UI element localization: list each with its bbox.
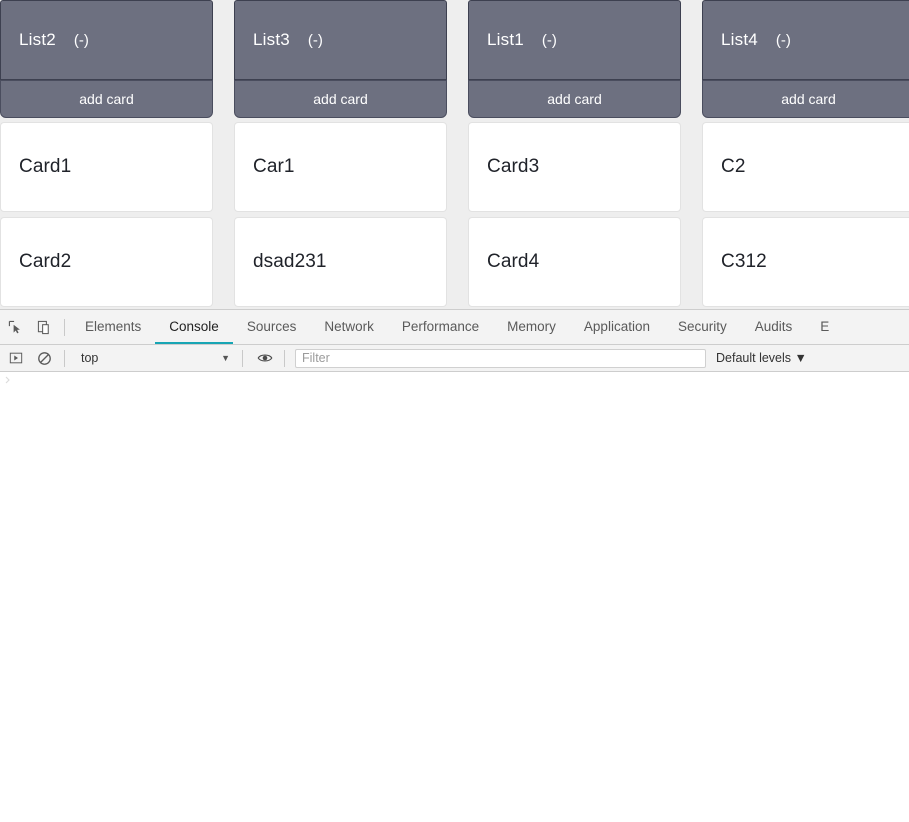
- list-header[interactable]: List1 (-): [468, 0, 681, 80]
- inspect-element-icon[interactable]: [2, 314, 29, 341]
- card-item[interactable]: dsad231: [234, 217, 447, 307]
- card-text: C312: [721, 251, 767, 272]
- tab-audits[interactable]: Audits: [741, 310, 807, 344]
- card-item[interactable]: C312: [702, 217, 909, 307]
- tab-network[interactable]: Network: [310, 310, 388, 344]
- add-card-button[interactable]: add card: [234, 80, 447, 118]
- card-item[interactable]: Car1: [234, 122, 447, 212]
- toolbar-divider: [284, 349, 285, 367]
- kanban-board: List2 (-) add card Card1 Card2 List3 (-)…: [0, 0, 909, 309]
- live-expression-eye-icon[interactable]: [251, 345, 278, 371]
- list-header[interactable]: List2 (-): [0, 0, 213, 80]
- chevron-down-icon: ▼: [221, 353, 230, 363]
- board-lists-container: List2 (-) add card Card1 Card2 List3 (-)…: [0, 0, 909, 309]
- list-column: List1 (-) add card Card3 Card4: [468, 0, 681, 309]
- toolbar-divider: [64, 349, 65, 367]
- card-text: Card1: [19, 156, 72, 177]
- console-toolbar: top ▼ Default levels ▼: [0, 345, 909, 372]
- list-title: List3: [253, 30, 290, 49]
- card-text: C2: [721, 156, 746, 177]
- card-text: Car1: [253, 156, 295, 177]
- card-item[interactable]: Card4: [468, 217, 681, 307]
- cards-container: Card3 Card4: [468, 122, 681, 307]
- list-collapse-toggle[interactable]: (-): [74, 32, 89, 49]
- list-column: List2 (-) add card Card1 Card2: [0, 0, 213, 309]
- list-collapse-toggle[interactable]: (-): [776, 32, 791, 49]
- cards-container: Car1 dsad231: [234, 122, 447, 307]
- toolbar-divider: [64, 318, 65, 336]
- cards-container: Card1 Card2: [0, 122, 213, 307]
- console-output-area[interactable]: [0, 372, 909, 822]
- list-title: List1: [487, 30, 524, 49]
- card-item[interactable]: Card2: [0, 217, 213, 307]
- toolbar-divider: [242, 349, 243, 367]
- list-header[interactable]: List3 (-): [234, 0, 447, 80]
- tab-console[interactable]: Console: [155, 310, 233, 344]
- list-title: List2: [19, 30, 56, 49]
- console-filter-input[interactable]: [295, 348, 706, 368]
- list-column: List4 (-) add card C2 C312: [702, 0, 909, 309]
- clear-console-icon[interactable]: [31, 345, 58, 371]
- list-collapse-toggle[interactable]: (-): [542, 32, 557, 49]
- device-toolbar-icon[interactable]: [31, 314, 58, 341]
- console-prompt-marker: [4, 375, 14, 385]
- card-text: dsad231: [253, 251, 327, 272]
- chevron-down-icon: ▼: [794, 351, 807, 365]
- tab-performance[interactable]: Performance: [388, 310, 493, 344]
- add-card-button[interactable]: add card: [468, 80, 681, 118]
- list-column: List3 (-) add card Car1 dsad231: [234, 0, 447, 309]
- console-log-levels-label: Default levels: [716, 351, 792, 365]
- list-title: List4: [721, 30, 758, 49]
- tab-security[interactable]: Security: [664, 310, 741, 344]
- execute-arrow-icon[interactable]: [2, 345, 29, 371]
- devtools-tabbar: Elements Console Sources Network Perform…: [0, 310, 909, 345]
- console-log-levels-select[interactable]: Default levels ▼: [706, 351, 817, 365]
- tab-sources[interactable]: Sources: [233, 310, 311, 344]
- tab-application[interactable]: Application: [570, 310, 664, 344]
- tab-overflow[interactable]: E: [806, 310, 843, 344]
- add-card-button[interactable]: add card: [0, 80, 213, 118]
- card-item[interactable]: C2: [702, 122, 909, 212]
- tab-elements[interactable]: Elements: [71, 310, 155, 344]
- card-item[interactable]: Card3: [468, 122, 681, 212]
- list-header[interactable]: List4 (-): [702, 0, 909, 80]
- card-text: Card3: [487, 156, 540, 177]
- card-text: Card4: [487, 251, 540, 272]
- console-context-select[interactable]: top ▼: [71, 348, 236, 369]
- tab-memory[interactable]: Memory: [493, 310, 570, 344]
- devtools-panel: Elements Console Sources Network Perform…: [0, 309, 909, 822]
- cards-container: C2 C312: [702, 122, 909, 307]
- card-item[interactable]: Card1: [0, 122, 213, 212]
- console-context-value: top: [81, 351, 99, 365]
- list-collapse-toggle[interactable]: (-): [308, 32, 323, 49]
- add-card-button[interactable]: add card: [702, 80, 909, 118]
- card-text: Card2: [19, 251, 72, 272]
